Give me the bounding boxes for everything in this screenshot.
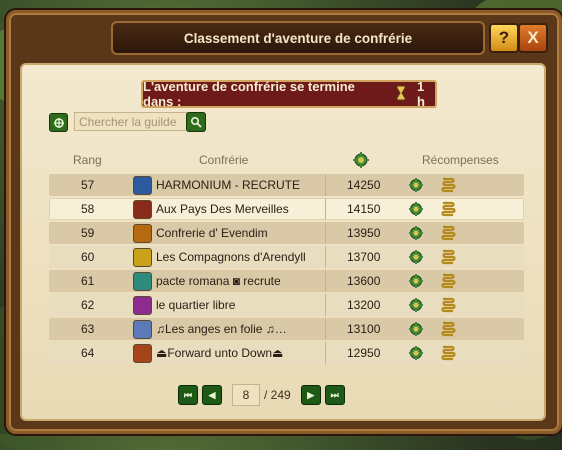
- adventure-timer-banner: L'aventure de confrérie se termine dans …: [141, 79, 437, 109]
- row-rank: 63: [81, 322, 95, 336]
- reward-points-icon[interactable]: [407, 176, 425, 197]
- last-page-button[interactable]: ⏭: [324, 385, 345, 405]
- page-number-input[interactable]: [232, 384, 260, 406]
- row-rank: 60: [81, 250, 95, 264]
- row-points: 13600: [347, 274, 381, 288]
- reward-points-icon[interactable]: [407, 320, 425, 341]
- ranking-panel: L'aventure de confrérie se termine dans …: [20, 63, 546, 421]
- timer-label: L'aventure de confrérie se termine dans …: [143, 79, 355, 109]
- column-divider: [325, 246, 326, 268]
- row-points: 14150: [347, 202, 381, 216]
- reward-scroll-icon[interactable]: [439, 200, 457, 221]
- row-points: 13100: [347, 322, 381, 336]
- search-icon[interactable]: [186, 112, 206, 132]
- table-row[interactable]: 60 Les Compagnons d'Arendyll 13700: [49, 246, 524, 268]
- reward-points-icon[interactable]: [407, 272, 425, 293]
- reward-scroll-icon[interactable]: [439, 272, 457, 293]
- rewards-header: Récompenses: [422, 153, 499, 167]
- reward-points-icon[interactable]: [407, 248, 425, 269]
- reward-scroll-icon[interactable]: [439, 344, 457, 365]
- column-divider: [325, 198, 326, 220]
- guild-emblem-icon: [133, 248, 152, 267]
- row-guild-name: ⏏Forward unto Down⏏: [156, 346, 284, 360]
- row-guild-name: Les Compagnons d'Arendyll: [156, 250, 306, 264]
- table-row[interactable]: 63 ♫Les anges en folie ♫… 13100: [49, 318, 524, 340]
- table-row[interactable]: 59 Confrerie d' Evendim 13950: [49, 222, 524, 244]
- guild-emblem-icon: [133, 296, 152, 315]
- rank-header: Rang: [73, 153, 102, 167]
- reward-points-icon[interactable]: [407, 344, 425, 365]
- reward-points-icon[interactable]: [407, 296, 425, 317]
- row-guild-name: Aux Pays Des Merveilles: [156, 202, 289, 216]
- row-points: 13700: [347, 250, 381, 264]
- row-points: 14250: [347, 178, 381, 192]
- row-rank: 61: [81, 274, 95, 288]
- row-guild-name: le quartier libre: [156, 298, 236, 312]
- row-points: 13950: [347, 226, 381, 240]
- first-page-button[interactable]: ⏮: [178, 385, 198, 405]
- help-button[interactable]: ?: [489, 23, 519, 53]
- close-button[interactable]: X: [518, 23, 548, 53]
- column-divider: [325, 174, 326, 196]
- timer-value: 1 h: [416, 79, 425, 109]
- table-row[interactable]: 62 le quartier libre 13200: [49, 294, 524, 316]
- filter-icon[interactable]: [49, 113, 68, 132]
- row-rank: 62: [81, 298, 95, 312]
- reward-points-icon[interactable]: [407, 200, 425, 221]
- guild-emblem-icon: [133, 320, 152, 339]
- column-divider: [325, 222, 326, 244]
- guild-header: Confrérie: [199, 153, 249, 167]
- column-divider: [325, 270, 326, 292]
- table-row[interactable]: 61 pacte romana ◙ recrute 13600: [49, 270, 524, 292]
- table-row[interactable]: 64 ⏏Forward unto Down⏏ 12950: [49, 342, 524, 364]
- table-row[interactable]: 57 HARMONIUM - RECRUTE 14250: [49, 174, 524, 196]
- window-title: Classement d'aventure de confrérie: [183, 30, 413, 46]
- reward-scroll-icon[interactable]: [439, 224, 457, 245]
- page-total: / 249: [264, 388, 291, 402]
- ranking-list: 57 HARMONIUM - RECRUTE 14250 58 Aux Pays…: [49, 174, 524, 366]
- hourglass-icon: [393, 85, 409, 104]
- table-header: Rang Confrérie Récompenses: [49, 151, 524, 172]
- next-page-button[interactable]: ▶: [300, 385, 321, 405]
- row-guild-name: ♫Les anges en folie ♫…: [156, 322, 287, 336]
- reward-scroll-icon[interactable]: [439, 296, 457, 317]
- guild-emblem-icon: [133, 344, 152, 363]
- reward-scroll-icon[interactable]: [439, 248, 457, 269]
- guild-emblem-icon: [133, 272, 152, 291]
- column-divider: [325, 294, 326, 316]
- row-rank: 57: [81, 178, 95, 192]
- guild-emblem-icon: [133, 224, 152, 243]
- guild-emblem-icon: [133, 176, 152, 195]
- reward-points-icon[interactable]: [407, 224, 425, 245]
- row-rank: 64: [81, 346, 95, 360]
- row-guild-name: HARMONIUM - RECRUTE: [156, 178, 300, 192]
- window-titlebar: Classement d'aventure de confrérie: [111, 21, 485, 55]
- column-divider: [325, 318, 326, 340]
- guild-emblem-icon: [133, 200, 152, 219]
- guild-search-input[interactable]: [74, 112, 190, 131]
- guild-ranking-window: Classement d'aventure de confrérie ? X L…: [6, 10, 562, 434]
- row-points: 12950: [347, 346, 381, 360]
- reward-scroll-icon[interactable]: [439, 176, 457, 197]
- reward-scroll-icon[interactable]: [439, 320, 457, 341]
- table-row[interactable]: 58 Aux Pays Des Merveilles 14150: [49, 198, 524, 220]
- prev-page-button[interactable]: ◀: [202, 385, 222, 405]
- points-icon: [352, 151, 370, 172]
- row-guild-name: Confrerie d' Evendim: [156, 226, 268, 240]
- pagination: ⏮ ◀ / 249 ▶ ⏭: [178, 384, 345, 406]
- column-divider: [325, 342, 326, 364]
- row-guild-name: pacte romana ◙ recrute: [156, 274, 281, 288]
- row-points: 13200: [347, 298, 381, 312]
- row-rank: 58: [81, 202, 95, 216]
- row-rank: 59: [81, 226, 95, 240]
